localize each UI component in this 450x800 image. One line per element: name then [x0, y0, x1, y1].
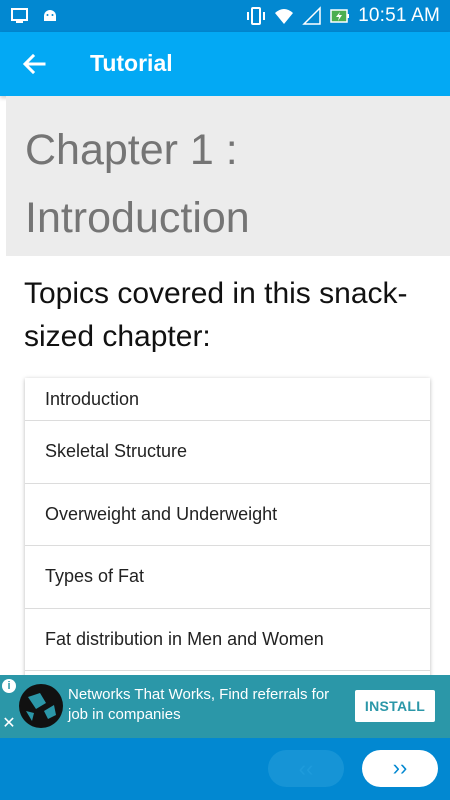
list-item[interactable]: Introduction	[25, 378, 430, 421]
android-icon	[44, 10, 56, 21]
chapter-header: Chapter 1 : Introduction	[6, 96, 450, 256]
topics-list: Introduction Skeletal Structure Overweig…	[25, 378, 430, 678]
info-icon[interactable]: i	[2, 679, 16, 693]
status-bar: 10:51 AM	[0, 0, 450, 32]
ad-logo-icon	[19, 684, 63, 728]
chapter-title-line2: Introduction	[25, 194, 250, 242]
chapter-title: Chapter 1 : Introduction	[25, 116, 445, 252]
previous-button[interactable]: ‹‹	[268, 750, 344, 787]
vibrate-icon	[247, 7, 266, 25]
close-icon[interactable]: ✕	[2, 716, 16, 732]
status-time: 10:51 AM	[358, 5, 440, 26]
wifi-icon	[275, 9, 294, 24]
page-title: Tutorial	[90, 50, 173, 76]
bottom-nav: ‹‹ ››	[0, 738, 450, 800]
app-bar: Tutorial	[0, 32, 450, 96]
list-item[interactable]: Types of Fat	[25, 546, 430, 609]
ad-banner[interactable]: i ✕ Networks That Works, Find referrals …	[0, 675, 450, 738]
list-item[interactable]: Overweight and Underweight	[25, 484, 430, 546]
battery-charging-icon	[330, 9, 350, 23]
screen-icon	[11, 8, 28, 23]
install-button[interactable]: INSTALL	[355, 690, 435, 722]
next-button[interactable]: ››	[362, 750, 438, 787]
list-item[interactable]: Skeletal Structure	[25, 421, 430, 484]
ad-text: Networks That Works, Find referrals for …	[68, 686, 330, 723]
signal-icon	[302, 6, 321, 25]
arrow-back-icon[interactable]	[18, 48, 50, 80]
topics-heading: Topics covered in this snack-sized chapt…	[24, 277, 408, 353]
list-item[interactable]: Fat distribution in Men and Women	[25, 609, 430, 671]
chapter-title-line1: Chapter 1 :	[25, 126, 238, 174]
